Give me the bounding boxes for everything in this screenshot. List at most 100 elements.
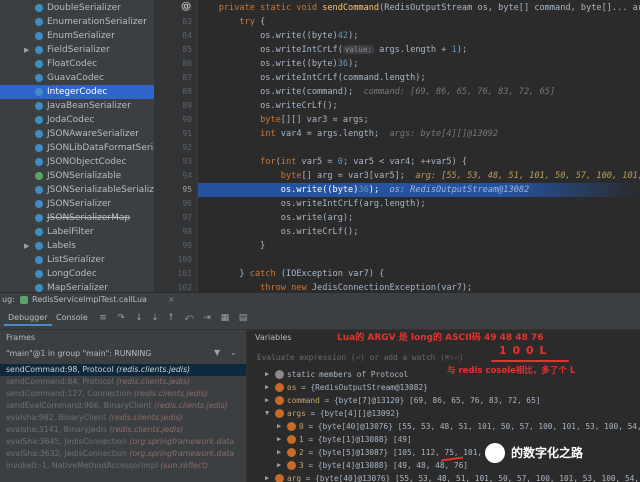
- tree-item[interactable]: FloatCodec: [0, 57, 154, 71]
- stack-frame[interactable]: evalSha:3645, JedisConnection (org.sprin…: [0, 436, 246, 448]
- line-number[interactable]: 87: [154, 71, 192, 85]
- stack-frame[interactable]: evalsha:982, BinaryClient (redis.clients…: [0, 412, 246, 424]
- debug-session-tab[interactable]: RedisServiceImplTest.callLua: [32, 293, 147, 307]
- tree-item[interactable]: GuavaCodec: [0, 71, 154, 85]
- tree-item[interactable]: JSONLibDataFormatSerializer: [0, 141, 154, 155]
- tree-item[interactable]: ▶ Labels: [0, 239, 154, 253]
- line-number[interactable]: 83: [154, 15, 192, 29]
- line-number[interactable]: 95: [154, 183, 192, 197]
- code-line-87[interactable]: os.writeIntCrLf(command.length);: [198, 71, 640, 85]
- line-number[interactable]: 93: [154, 155, 192, 169]
- close-tab-icon[interactable]: ×: [168, 293, 175, 307]
- menu-icon[interactable]: ≡: [98, 313, 108, 323]
- tree-item[interactable]: JSONSerializable: [0, 169, 154, 183]
- dropdown-icon[interactable]: ⌄: [230, 348, 237, 357]
- code-line-84[interactable]: os.write((byte)42);: [198, 29, 640, 43]
- expand-arrow-icon[interactable]: ▶: [265, 472, 269, 482]
- code-line-94[interactable]: byte[] arg = var3[var5]; arg: [55, 53, 4…: [198, 169, 640, 183]
- drop-frame-icon[interactable]: ⤺: [184, 313, 194, 323]
- variable-row[interactable]: ▶ 0 = {byte[40]@13076} [55, 53, 48, 51, 1…: [247, 420, 640, 433]
- code-editor[interactable]: private static void sendCommand(RedisOut…: [198, 0, 640, 292]
- line-number[interactable]: 99: [154, 239, 192, 253]
- line-number[interactable]: 89: [154, 99, 192, 113]
- filter-icon[interactable]: ▼: [214, 348, 220, 357]
- code-line-88[interactable]: os.write(command); command: [69, 86, 65,…: [198, 85, 640, 99]
- tab-console[interactable]: Console: [52, 310, 92, 326]
- variable-row[interactable]: ▶ os = {RedisOutputStream@13082}: [247, 381, 640, 394]
- step-over-icon[interactable]: ↷: [116, 313, 126, 323]
- step-out-icon[interactable]: ↑: [166, 313, 176, 323]
- expand-arrow-icon[interactable]: ▶: [265, 368, 269, 381]
- tab-debugger[interactable]: Debugger: [4, 310, 52, 326]
- variable-row[interactable]: ▶ static members of Protocol: [247, 368, 640, 381]
- variable-row[interactable]: ▼ args = {byte[4][]@13092}: [247, 407, 640, 420]
- code-line-86[interactable]: os.write((byte)36);: [198, 57, 640, 71]
- code-line-98[interactable]: os.writeCrLf();: [198, 225, 640, 239]
- thread-selector[interactable]: "main"@1 in group "main": RUNNING: [0, 348, 246, 360]
- expand-arrow-icon[interactable]: ▼: [265, 407, 269, 420]
- line-number[interactable]: 92: [154, 141, 192, 155]
- line-number[interactable]: 101: [154, 267, 192, 281]
- tree-item[interactable]: EnumSerializer: [0, 29, 154, 43]
- line-number[interactable]: 100: [154, 253, 192, 267]
- tree-item[interactable]: JSONObjectCodec: [0, 155, 154, 169]
- expand-arrow-icon[interactable]: ▶: [277, 459, 281, 472]
- line-number[interactable]: 96: [154, 197, 192, 211]
- expand-arrow-icon[interactable]: ▶: [265, 381, 269, 394]
- force-step-into-icon[interactable]: ⇣: [150, 313, 160, 323]
- code-line-97[interactable]: os.write(arg);: [198, 211, 640, 225]
- code-line-91[interactable]: int var4 = args.length; args: byte[4][]@…: [198, 127, 640, 141]
- tree-item[interactable]: JSONSerializerMap: [0, 211, 154, 225]
- line-number[interactable]: 90: [154, 113, 192, 127]
- stack-frame[interactable]: sendEvalCommand:966, BinaryClient (redis…: [0, 400, 246, 412]
- expand-arrow-icon[interactable]: ▶: [265, 394, 269, 407]
- tree-item[interactable]: JSONSerializableSerializer: [0, 183, 154, 197]
- variable-row[interactable]: ▶ arg = {byte[40]@13076} [55, 53, 48, 51,…: [247, 472, 640, 482]
- line-number[interactable]: 88: [154, 85, 192, 99]
- expand-arrow-icon[interactable]: ▶: [24, 239, 29, 253]
- evaluate-icon[interactable]: ▦: [220, 313, 230, 323]
- code-line-89[interactable]: os.writeCrLf();: [198, 99, 640, 113]
- line-number[interactable]: 85: [154, 43, 192, 57]
- stack-frame[interactable]: evalSha:3632, JedisConnection (org.sprin…: [0, 448, 246, 460]
- run-to-cursor-icon[interactable]: ⇥: [202, 313, 212, 323]
- stack-frame[interactable]: invoke0:-1, NativeMethodAccessorImpl (su…: [0, 460, 246, 472]
- tree-item[interactable]: EnumerationSerializer: [0, 15, 154, 29]
- tree-item[interactable]: ListSerializer: [0, 253, 154, 267]
- expand-arrow-icon[interactable]: ▶: [277, 446, 281, 459]
- stack-frame[interactable]: sendCommand:127, Connection (redis.clien…: [0, 388, 246, 400]
- code-line-82[interactable]: private static void sendCommand(RedisOut…: [198, 1, 640, 15]
- tree-item[interactable]: DoubleSerializer: [0, 1, 154, 15]
- code-line-102[interactable]: throw new JedisConnectionException(var7)…: [198, 281, 640, 292]
- tree-item[interactable]: LongCodec: [0, 267, 154, 281]
- expand-arrow-icon[interactable]: ▶: [277, 420, 281, 433]
- expand-arrow-icon[interactable]: ▶: [277, 433, 281, 446]
- override-icon[interactable]: @: [181, 1, 191, 12]
- step-into-icon[interactable]: ↓: [134, 313, 144, 323]
- code-line-101[interactable]: } catch (IOException var7) {: [198, 267, 640, 281]
- variable-row[interactable]: ▶ command = {byte[7]@13120} [69, 86, 65, …: [247, 394, 640, 407]
- tree-item[interactable]: LabelFilter: [0, 225, 154, 239]
- code-line-99[interactable]: }: [198, 239, 640, 253]
- stack-frame[interactable]: sendCommand:98, Protocol (redis.clients.…: [0, 364, 246, 376]
- tree-item[interactable]: JodaCodec: [0, 113, 154, 127]
- tree-item[interactable]: JavaBeanSerializer: [0, 99, 154, 113]
- stack-frame[interactable]: evalsha:3141, BinaryJedis (redis.clients…: [0, 424, 246, 436]
- code-line-93[interactable]: for(int var5 = 0; var5 < var4; ++var5) {: [198, 155, 640, 169]
- line-number[interactable]: 94: [154, 169, 192, 183]
- trace-icon[interactable]: ▤: [238, 313, 248, 323]
- line-number[interactable]: 86: [154, 57, 192, 71]
- code-line-90[interactable]: byte[][] var3 = args;: [198, 113, 640, 127]
- line-number[interactable]: 91: [154, 127, 192, 141]
- line-number[interactable]: 84: [154, 29, 192, 43]
- tree-item[interactable]: ▶ FieldSerializer: [0, 43, 154, 57]
- line-number[interactable]: 97: [154, 211, 192, 225]
- tree-item[interactable]: JSONSerializer: [0, 197, 154, 211]
- line-number[interactable]: 98: [154, 225, 192, 239]
- code-line-96[interactable]: os.writeIntCrLf(arg.length);: [198, 197, 640, 211]
- code-line-85[interactable]: os.writeIntCrLf(value: args.length + 1);: [198, 43, 640, 57]
- tree-item[interactable]: JSONAwareSerializer: [0, 127, 154, 141]
- tree-item[interactable]: IntegerCodec: [0, 85, 154, 99]
- stack-frame[interactable]: sendCommand:84, Protocol (redis.clients.…: [0, 376, 246, 388]
- code-line-95-current[interactable]: os.write((byte)36); os: RedisOutputStrea…: [198, 183, 640, 197]
